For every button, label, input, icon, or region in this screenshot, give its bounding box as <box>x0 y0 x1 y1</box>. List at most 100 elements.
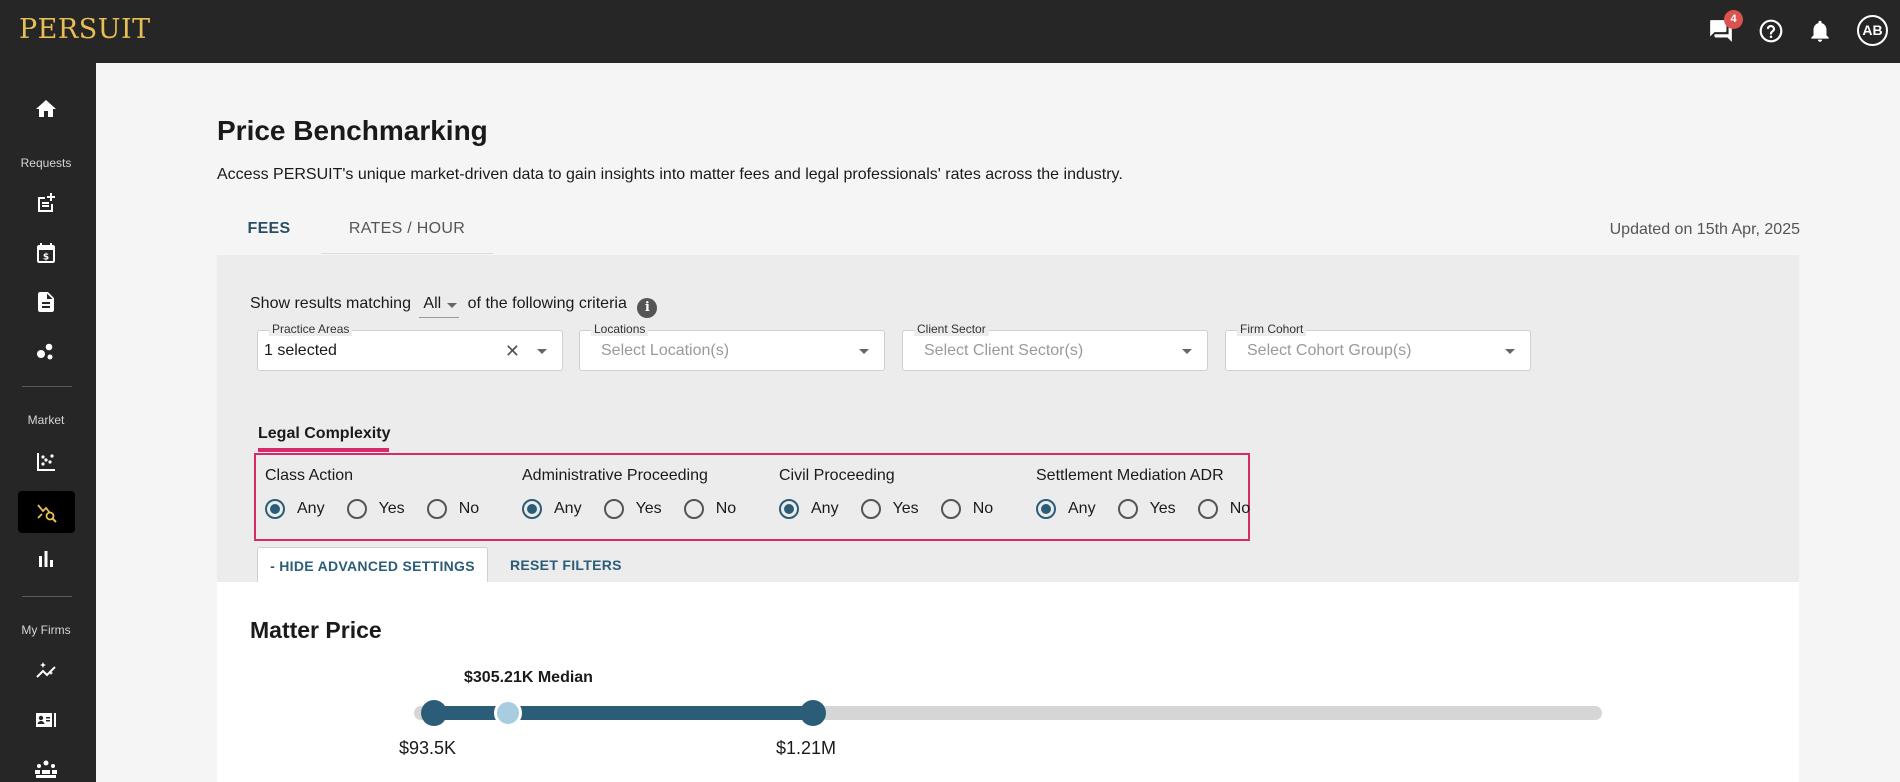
sidebar-section-market: Market <box>27 413 65 427</box>
legal-complexity-title: Legal Complexity <box>258 425 391 442</box>
settlement-mediation-adr-group: Settlement Mediation ADR Any Yes No <box>1036 467 1272 519</box>
radio-empty-icon <box>346 499 367 519</box>
matter-price-panel: Matter Price $305.21K Median $93.5K $1.2… <box>217 582 1799 782</box>
sidebar-divider <box>22 596 72 597</box>
sidebar: Requests $ Market My Firms <box>0 63 96 782</box>
locations-placeholder: Select Location(s) <box>601 342 730 359</box>
practice-areas-select[interactable]: Practice Areas 1 selected ✕ <box>257 322 563 371</box>
chevron-down-icon <box>447 303 458 308</box>
chevron-down-icon[interactable] <box>859 349 869 354</box>
insights-icon[interactable] <box>30 655 62 687</box>
radio-label: No <box>715 500 737 517</box>
administrative-proceeding-no-radio[interactable]: No <box>683 499 737 519</box>
settlement-mediation-adr-no-radio[interactable]: No <box>1197 499 1251 519</box>
chevron-down-icon[interactable] <box>537 349 547 354</box>
document-icon[interactable] <box>30 286 62 318</box>
sidebar-section-my-firms: My Firms <box>21 623 71 637</box>
info-icon[interactable]: i <box>637 298 658 318</box>
class-action-group: Class Action Any Yes No <box>265 467 501 519</box>
settlement-mediation-adr-title: Settlement Mediation ADR <box>1036 467 1224 484</box>
radio-selected-icon <box>522 499 542 519</box>
legal-complexity-box: Class Action Any Yes No Administrative P… <box>254 453 1250 541</box>
administrative-proceeding-any-radio[interactable]: Any <box>522 499 582 519</box>
practice-areas-value: 1 selected <box>264 342 337 359</box>
administrative-proceeding-yes-radio[interactable]: Yes <box>603 499 662 519</box>
radio-empty-icon <box>940 499 961 519</box>
help-icon[interactable] <box>1758 18 1784 44</box>
locations-select[interactable]: Locations Select Location(s) <box>579 322 885 371</box>
calendar-pricing-icon[interactable]: $ <box>30 237 62 269</box>
civil-proceeding-yes-radio[interactable]: Yes <box>860 499 919 519</box>
radio-empty-icon <box>426 499 447 519</box>
radio-empty-icon <box>1117 499 1138 519</box>
median-price-marker <box>493 699 522 727</box>
radio-empty-icon <box>860 499 881 519</box>
radio-empty-icon <box>683 499 704 519</box>
persuit-logo[interactable]: PERSUIT <box>19 14 151 45</box>
settlement-mediation-adr-any-radio[interactable]: Any <box>1036 499 1096 519</box>
civil-proceeding-title: Civil Proceeding <box>779 467 895 484</box>
radio-label: No <box>1229 500 1251 517</box>
firm-cohort-placeholder: Select Cohort Group(s) <box>1247 342 1412 359</box>
radio-selected-icon <box>779 499 799 519</box>
hide-advanced-settings-button[interactable]: - HIDE ADVANCED SETTINGS <box>257 547 488 585</box>
administrative-proceeding-title: Administrative Proceeding <box>522 467 708 484</box>
settlement-mediation-adr-yes-radio[interactable]: Yes <box>1117 499 1176 519</box>
criteria-row: Show results matching All of the followi… <box>250 295 658 318</box>
team-icon[interactable] <box>30 753 62 782</box>
new-request-icon[interactable] <box>30 187 62 219</box>
bubbles-icon[interactable] <box>30 335 62 367</box>
user-avatar[interactable]: AB <box>1857 15 1888 46</box>
svg-text:$: $ <box>43 253 49 263</box>
tabs-divider <box>321 253 493 254</box>
price-benchmarking-icon[interactable] <box>18 491 75 533</box>
radio-label: Yes <box>378 500 405 517</box>
home-icon[interactable] <box>30 93 62 125</box>
civil-proceeding-any-radio[interactable]: Any <box>779 499 839 519</box>
min-price-label: $93.5K <box>399 738 457 758</box>
min-price-handle[interactable] <box>421 700 448 726</box>
bar-chart-icon[interactable] <box>30 543 62 575</box>
criteria-match-value: All <box>423 295 442 312</box>
messages-badge: 4 <box>1724 10 1743 29</box>
firm-cohort-label: Firm Cohort <box>1237 322 1307 336</box>
radio-label: No <box>458 500 480 517</box>
locations-label: Locations <box>591 322 649 336</box>
class-action-yes-radio[interactable]: Yes <box>346 499 405 519</box>
sidebar-section-requests: Requests <box>20 156 72 170</box>
criteria-match-select[interactable]: All <box>419 295 460 318</box>
radio-selected-icon <box>1036 499 1056 519</box>
chevron-down-icon[interactable] <box>1182 349 1192 354</box>
top-bar: PERSUIT 4 AB <box>0 0 1900 63</box>
firm-card-icon[interactable] <box>30 704 62 736</box>
practice-areas-label: Practice Areas <box>269 322 353 336</box>
class-action-any-radio[interactable]: Any <box>265 499 325 519</box>
legal-complexity-underline <box>258 448 389 452</box>
criteria-prefix: Show results matching <box>250 295 411 312</box>
radio-label: Any <box>1068 500 1096 517</box>
radio-empty-icon <box>603 499 624 519</box>
max-price-handle[interactable] <box>800 700 827 726</box>
filter-panel: Show results matching All of the followi… <box>217 255 1799 585</box>
radio-label: Any <box>554 500 582 517</box>
chevron-down-icon[interactable] <box>1505 349 1515 354</box>
page-description: Access PERSUIT's unique market-driven da… <box>217 166 1123 183</box>
radio-label: Yes <box>1149 500 1176 517</box>
price-range-fill <box>434 706 814 720</box>
scatter-chart-icon[interactable] <box>30 446 62 478</box>
notifications-bell-icon[interactable] <box>1807 18 1833 44</box>
class-action-no-radio[interactable]: No <box>426 499 480 519</box>
clear-icon[interactable]: ✕ <box>505 341 520 362</box>
class-action-title: Class Action <box>265 467 354 484</box>
radio-label: Yes <box>892 500 919 517</box>
radio-label: Any <box>297 500 325 517</box>
radio-label: Any <box>811 500 839 517</box>
reset-filters-button[interactable]: RESET FILTERS <box>510 557 622 573</box>
client-sector-select[interactable]: Client Sector Select Client Sector(s) <box>902 322 1208 371</box>
civil-proceeding-group: Civil Proceeding Any Yes No <box>779 467 1015 519</box>
sidebar-divider <box>22 386 72 387</box>
firm-cohort-select[interactable]: Firm Cohort Select Cohort Group(s) <box>1225 322 1531 371</box>
client-sector-label: Client Sector <box>914 322 989 336</box>
civil-proceeding-no-radio[interactable]: No <box>940 499 993 519</box>
page-title: Price Benchmarking <box>217 115 488 146</box>
